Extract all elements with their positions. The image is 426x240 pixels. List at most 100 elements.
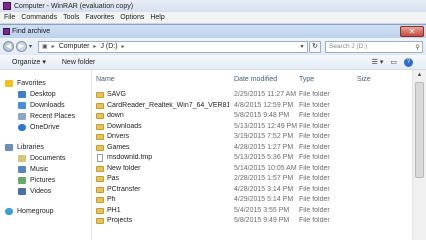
nav-item-documents[interactable]: Documents bbox=[0, 153, 91, 164]
file-type: File folder bbox=[299, 196, 330, 203]
file-row[interactable]: PCtransfer 4/28/2015 3:14 PM File folder bbox=[92, 185, 412, 196]
file-date-modified: 5/13/2015 5:36 PM bbox=[234, 154, 294, 161]
file-row[interactable]: Pas 2/28/2015 1:57 PM File folder bbox=[92, 174, 412, 185]
close-button[interactable]: ✕ bbox=[400, 26, 424, 37]
chevron-right-icon[interactable]: ▸ bbox=[122, 43, 125, 50]
file-row[interactable]: Drivers 3/19/2015 7:52 PM File folder bbox=[92, 132, 412, 143]
file-type: File folder bbox=[299, 133, 330, 140]
preview-pane-icon[interactable]: ▭ bbox=[390, 58, 397, 66]
folder-icon bbox=[96, 165, 104, 172]
file-name: CardReader_Realtek_Win7_64_VER817601... bbox=[107, 101, 229, 109]
nav-item-label: OneDrive bbox=[30, 124, 60, 131]
breadcrumb-drive[interactable]: J (D:) bbox=[100, 43, 117, 50]
file-icon bbox=[97, 154, 103, 162]
file-name: SAVG bbox=[107, 91, 126, 98]
nav-item-label: Documents bbox=[30, 155, 66, 162]
nav-item-music[interactable]: Music bbox=[0, 164, 91, 175]
nav-item-label: Pictures bbox=[30, 177, 56, 184]
menu-favorites[interactable]: Favorites bbox=[85, 14, 114, 21]
nav-libraries[interactable]: Libraries bbox=[0, 142, 91, 153]
column-type[interactable]: Type bbox=[299, 76, 314, 83]
column-size[interactable]: Size bbox=[357, 76, 371, 83]
chevron-right-icon[interactable]: ▸ bbox=[52, 43, 55, 50]
file-row[interactable]: msdownld.tmp 5/13/2015 5:36 PM File folder bbox=[92, 153, 412, 164]
file-date-modified: 3/19/2015 7:52 PM bbox=[234, 133, 294, 140]
downloads-icon bbox=[18, 102, 26, 109]
nav-libraries-label: Libraries bbox=[17, 144, 44, 151]
cloud-icon bbox=[18, 124, 26, 131]
file-type: File folder bbox=[299, 101, 330, 109]
view-options-icon[interactable]: ☰ ▾ bbox=[372, 58, 384, 66]
file-date-modified: 4/8/2015 12:59 PM bbox=[234, 101, 294, 109]
nav-item-downloads[interactable]: Downloads bbox=[0, 100, 91, 111]
folder-icon bbox=[96, 207, 104, 214]
scroll-up-icon[interactable]: ▲ bbox=[413, 70, 426, 80]
file-row[interactable]: PH1 5/4/2015 3:55 PM File folder bbox=[92, 206, 412, 217]
file-row[interactable]: New folder 5/14/2015 10:05 AM File folder bbox=[92, 164, 412, 175]
back-button[interactable]: ◀ bbox=[3, 41, 14, 52]
nav-favorites[interactable]: Favorites bbox=[0, 78, 91, 89]
file-row[interactable]: Ph 4/29/2015 5:14 PM File folder bbox=[92, 195, 412, 206]
menu-commands[interactable]: Commands bbox=[21, 14, 57, 21]
file-row[interactable]: Games 4/28/2015 1:27 PM File folder bbox=[92, 143, 412, 154]
menu-help[interactable]: Help bbox=[150, 14, 164, 21]
file-row[interactable]: Downloads 5/13/2015 12:49 PM File folder bbox=[92, 122, 412, 133]
nav-item-desktop[interactable]: Desktop bbox=[0, 89, 91, 100]
documents-icon bbox=[18, 155, 26, 162]
file-name: Pas bbox=[107, 175, 120, 182]
column-date-modified[interactable]: Date modified bbox=[234, 76, 277, 83]
nav-item-onedrive[interactable]: OneDrive bbox=[0, 122, 91, 133]
file-date-modified: 5/13/2015 12:49 PM bbox=[234, 122, 298, 130]
file-date-modified: 4/28/2015 3:14 PM bbox=[234, 185, 294, 193]
column-name[interactable]: Name bbox=[96, 76, 115, 83]
chevron-right-icon[interactable]: ▸ bbox=[93, 43, 96, 50]
file-name: Ph bbox=[107, 196, 116, 203]
winrar-menu-bar: File Commands Tools Favorites Options He… bbox=[0, 12, 426, 23]
organize-button[interactable]: Organize ▾ bbox=[12, 58, 46, 66]
nav-homegroup[interactable]: Homegroup bbox=[0, 206, 91, 217]
file-type: File folder bbox=[299, 143, 330, 151]
nav-item-videos[interactable]: Videos bbox=[0, 186, 91, 197]
winrar-app-icon bbox=[3, 2, 11, 10]
file-name: New folder bbox=[107, 164, 141, 172]
folder-icon bbox=[96, 144, 104, 151]
nav-item-pictures[interactable]: Pictures bbox=[0, 175, 91, 186]
file-date-modified: 5/4/2015 3:55 PM bbox=[234, 206, 290, 214]
nav-item-label: Music bbox=[30, 166, 49, 173]
music-icon bbox=[18, 166, 26, 173]
file-row[interactable]: Projects 5/8/2015 9:49 PM File folder bbox=[92, 216, 412, 227]
file-type: File folder bbox=[299, 206, 330, 214]
refresh-button[interactable]: ↻ bbox=[309, 40, 321, 53]
help-icon[interactable]: ? bbox=[404, 57, 413, 67]
folder-icon bbox=[96, 186, 104, 193]
file-type: File folder bbox=[299, 122, 330, 130]
forward-button[interactable]: ▶ bbox=[16, 41, 27, 52]
file-row[interactable]: SAVG 2/25/2015 11:27 AM File folder bbox=[92, 90, 412, 101]
address-bar[interactable]: ▣ ▸ Computer ▸ J (D:) ▸ ▾ bbox=[38, 40, 308, 53]
vertical-scrollbar[interactable]: ▲ bbox=[412, 70, 426, 240]
file-row[interactable]: CardReader_Realtek_Win7_64_VER817601... 4… bbox=[92, 101, 412, 112]
folder-icon bbox=[96, 92, 104, 98]
scrollbar-thumb[interactable] bbox=[415, 82, 424, 178]
file-rows: SAVG 2/25/2015 11:27 AM File folder CardRea… bbox=[92, 90, 412, 227]
recent-locations-icon[interactable]: ▾ bbox=[29, 43, 35, 50]
folder-icon bbox=[96, 218, 104, 224]
file-row[interactable]: down 5/8/2015 9:48 PM File folder bbox=[92, 111, 412, 122]
new-folder-button[interactable]: New folder bbox=[62, 59, 95, 66]
search-icon: ⚲ bbox=[415, 43, 420, 51]
column-headers: Name Date modified Type Size bbox=[92, 72, 412, 86]
menu-file[interactable]: File bbox=[4, 14, 15, 21]
file-name: PH1 bbox=[107, 206, 121, 214]
folder-icon bbox=[96, 123, 104, 130]
nav-favorites-label: Favorites bbox=[17, 80, 46, 87]
menu-options[interactable]: Options bbox=[120, 14, 144, 21]
file-date-modified: 5/8/2015 9:49 PM bbox=[234, 217, 290, 224]
navigation-pane: Favorites Desktop Downloads Recent Place… bbox=[0, 70, 92, 240]
libraries-icon bbox=[5, 144, 13, 151]
search-input[interactable]: Search J (D:) ⚲ bbox=[325, 40, 423, 53]
breadcrumb-computer[interactable]: Computer bbox=[59, 43, 90, 50]
menu-tools[interactable]: Tools bbox=[63, 14, 79, 21]
videos-icon bbox=[18, 188, 26, 195]
address-dropdown-icon[interactable]: ▾ bbox=[297, 43, 307, 50]
nav-item-recent-places[interactable]: Recent Places bbox=[0, 111, 91, 122]
